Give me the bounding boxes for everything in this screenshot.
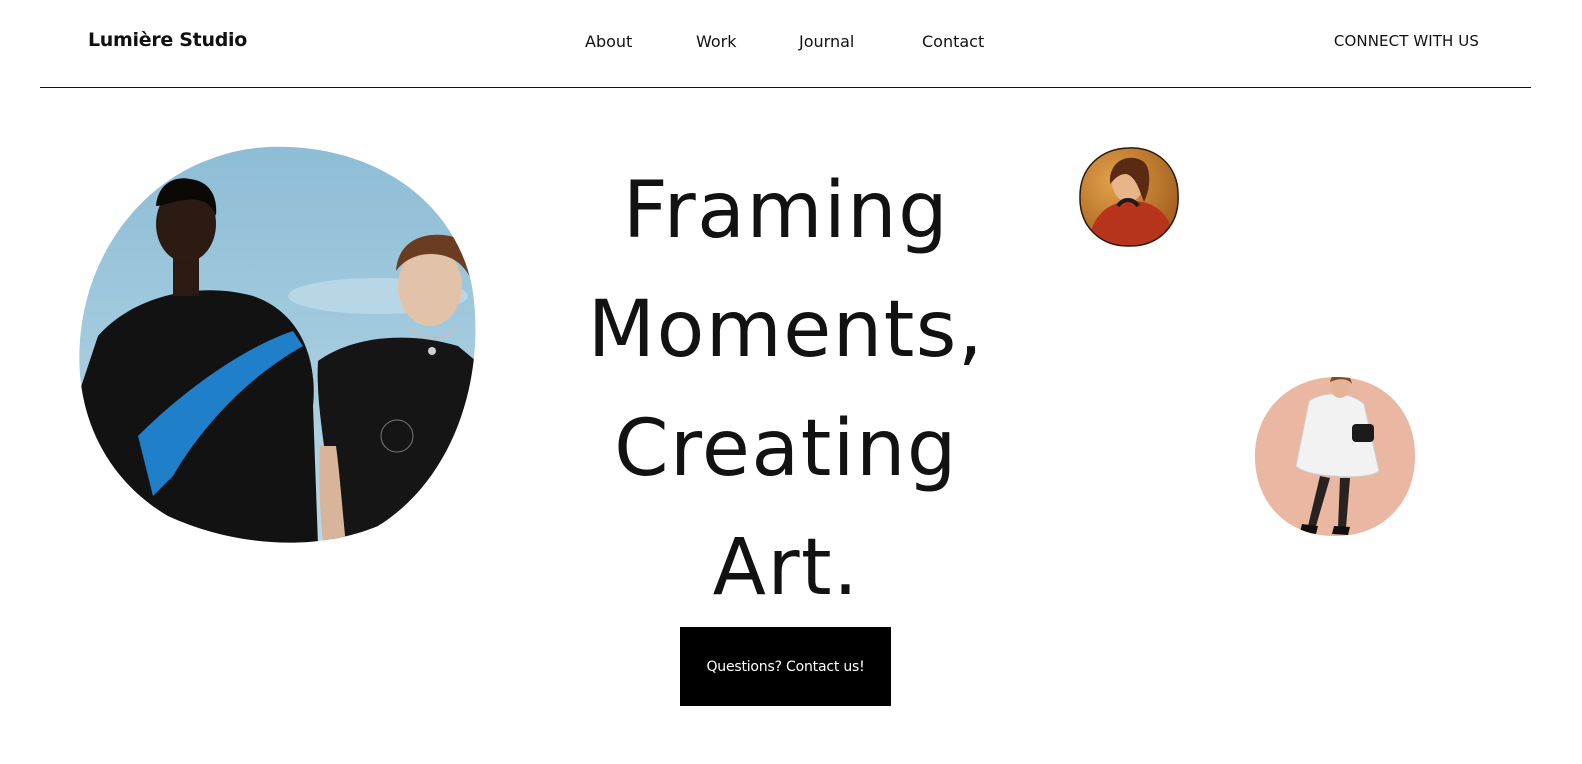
headline-line-2: Moments, <box>587 285 985 375</box>
header-divider <box>40 87 1531 88</box>
headline-line-1: Framing <box>622 166 950 256</box>
hero-main-photo <box>79 146 476 543</box>
headline-line-3: Creating <box>614 404 958 494</box>
connect-with-us-link[interactable]: CONNECT WITH US <box>1334 32 1479 50</box>
nav-link-work[interactable]: Work <box>696 32 737 51</box>
woman-red-sweater-photo <box>1079 147 1179 247</box>
nav-link-contact[interactable]: Contact <box>922 32 984 51</box>
nav-link-journal[interactable]: Journal <box>799 32 854 51</box>
hero-headline: Framing Moments, Creating Art. <box>536 152 1036 628</box>
woman-white-coat-photo <box>1254 376 1416 537</box>
nav-link-about[interactable]: About <box>585 32 632 51</box>
contact-us-button[interactable]: Questions? Contact us! <box>680 627 891 706</box>
headline-line-4: Art. <box>712 523 860 613</box>
